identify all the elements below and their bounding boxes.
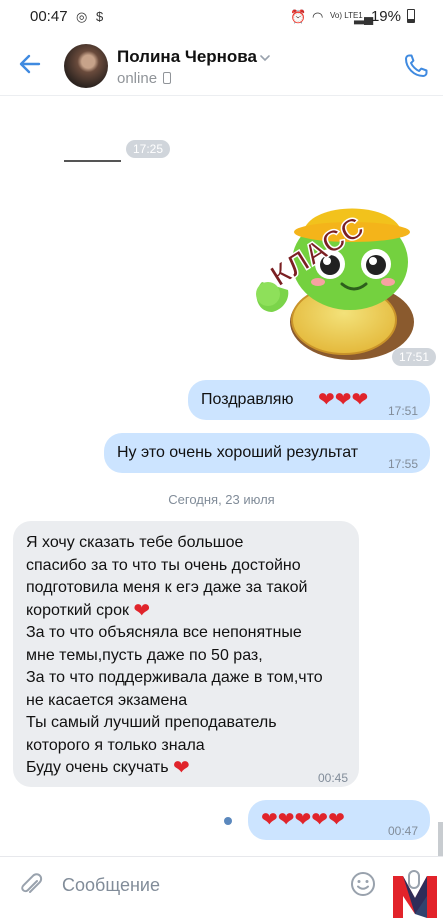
contact-name[interactable]: Полина Чернова (117, 47, 257, 67)
heart-icon: ❤ (277, 809, 295, 831)
smile-icon[interactable] (349, 870, 377, 898)
message-line: короткий срок (26, 601, 129, 619)
scrollbar[interactable] (438, 822, 443, 856)
message-text: Я хочу сказать тебе большое спасибо за т… (26, 532, 323, 780)
message-line: Я хочу сказать тебе большое (26, 534, 244, 551)
avatar[interactable] (64, 44, 108, 88)
message-bubble-outgoing[interactable]: ❤❤❤❤❤ 00:47 (248, 800, 430, 840)
message-bubble-outgoing[interactable]: Поздравляю ❤❤❤ 17:51 (188, 380, 430, 420)
composer (0, 856, 443, 920)
message-line-with-heart: Буду очень скучать ❤ (26, 757, 323, 780)
wifi-icon: ◠ (312, 9, 324, 24)
message-line-with-heart: короткий срок ❤ (26, 600, 323, 623)
heart-icon: ❤ (311, 809, 329, 831)
message-line: подготовила меня к егэ даже за такой (26, 579, 308, 596)
whatsapp-icon: ◎ (76, 9, 88, 24)
paperclip-icon[interactable] (17, 871, 45, 899)
date-separator: Сегодня, 23 июля (168, 492, 275, 507)
heart-icon: ❤ (172, 757, 190, 779)
unread-indicator (224, 817, 232, 825)
chat-header: Полина Чернова online (0, 34, 443, 96)
message-line: мне темы,пусть даже по 50 раз, (26, 646, 263, 664)
message-text: Ну это очень хороший результат (117, 444, 359, 461)
hearts: ❤❤❤❤❤ (261, 809, 345, 832)
watermark-logo (393, 876, 437, 918)
message-line: За то что объясняла все непонятные (26, 624, 302, 641)
contact-status: online (117, 70, 158, 87)
message-line: не касается экзамена (26, 691, 188, 709)
chevron-down-icon[interactable] (259, 52, 271, 64)
phone-call-icon[interactable] (402, 52, 430, 80)
underline-message (64, 160, 121, 162)
heart-icon: ❤ (294, 809, 312, 831)
status-bar: 00:47 ◎ $ ⏰ ◠ Vo) LTE1 ▂▄ 19% (0, 0, 443, 34)
heart-icon: ❤ (133, 599, 151, 622)
message-line: Буду очень скучать (26, 759, 169, 776)
back-arrow-icon[interactable] (14, 48, 46, 80)
message-line: которого я только знала (26, 736, 205, 754)
message-line: спасибо за то что ты очень достойно (26, 556, 301, 574)
message-bubble-outgoing[interactable]: Ну это очень хороший результат 17:55 (104, 433, 430, 473)
mobile-phone-icon (163, 72, 171, 84)
dollar-icon: $ (96, 9, 104, 24)
hearts: ❤❤❤ (318, 389, 368, 412)
heart-icon: ❤ (328, 809, 345, 831)
heart-icon: ❤ (318, 389, 335, 411)
battery-percent: 19% (370, 8, 401, 25)
battery-icon (407, 9, 415, 23)
message-time: 17:55 (388, 457, 419, 471)
heart-icon: ❤ (351, 389, 369, 411)
status-time: 00:47 (30, 8, 68, 25)
message-input[interactable] (62, 871, 322, 899)
message-time: 17:51 (388, 404, 419, 418)
message-time: 00:47 (388, 824, 419, 838)
heart-icon: ❤ (261, 809, 278, 831)
alarm-icon: ⏰ (290, 9, 307, 24)
message-line: Ты самый лучший преподаватель (26, 714, 277, 731)
heart-icon: ❤ (334, 389, 352, 411)
message-text: Поздравляю (201, 391, 294, 408)
sticker-time: 17:51 (392, 348, 437, 366)
sticker-turtle[interactable]: КЛАСС (242, 172, 432, 364)
message-line: За то что поддерживала даже в том,что (26, 669, 323, 686)
message-time: 17:25 (126, 140, 171, 158)
